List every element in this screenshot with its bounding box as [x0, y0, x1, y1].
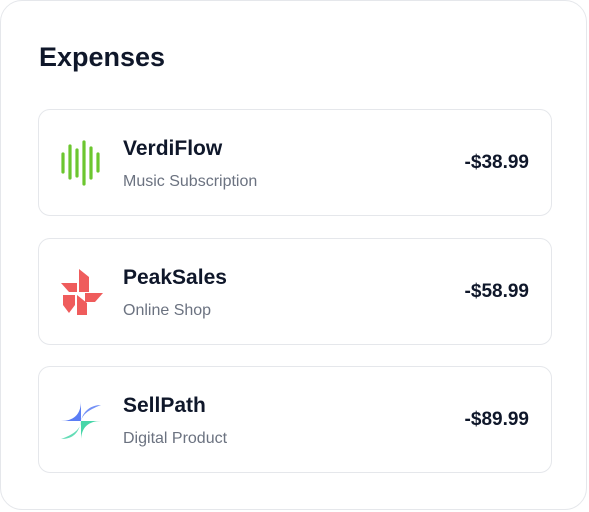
soundwave-logo-icon: [61, 140, 100, 186]
merchant-category: Online Shop: [123, 302, 212, 319]
expense-amount: -$89.99: [464, 409, 529, 430]
merchant-category: Digital Product: [123, 430, 228, 447]
expense-item-sellpath[interactable]: SellPath Digital Product -$89.99: [38, 366, 552, 473]
expenses-card: Expenses VerdiFlow Music Subscription -$…: [0, 0, 587, 510]
merchant-name: SellPath: [123, 394, 206, 417]
merchant-name: VerdiFlow: [123, 137, 223, 160]
merchant-category: Music Subscription: [123, 173, 258, 190]
merchant-name: PeakSales: [123, 266, 227, 289]
expense-item-verdiflow[interactable]: VerdiFlow Music Subscription -$38.99: [38, 109, 552, 216]
expense-amount: -$58.99: [464, 281, 529, 302]
sparkle-logo-icon: [61, 401, 101, 441]
card-title: Expenses: [39, 42, 166, 72]
expense-item-peaksales[interactable]: PeakSales Online Shop -$58.99: [38, 238, 552, 345]
pinwheel-logo-icon: [61, 269, 103, 315]
expense-amount: -$38.99: [464, 152, 529, 173]
